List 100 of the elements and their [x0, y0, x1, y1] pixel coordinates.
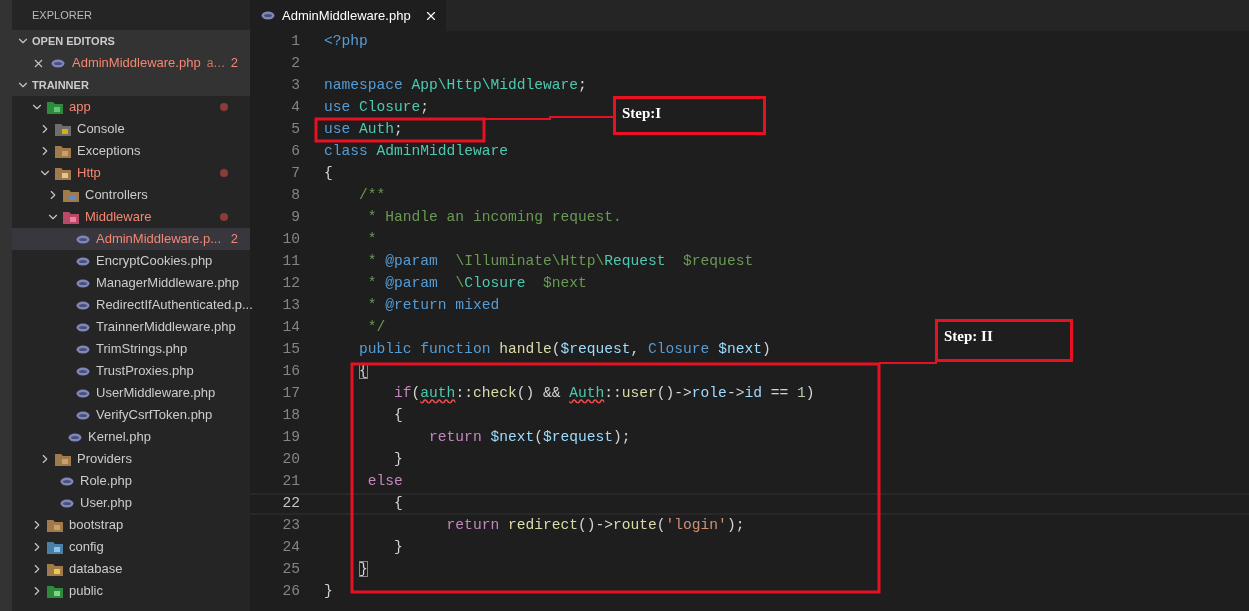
line-number: 23	[281, 516, 300, 536]
line-number: 11	[281, 252, 300, 272]
php-file-icon	[76, 366, 90, 376]
line-number: 8	[290, 186, 300, 206]
section-header[interactable]: OPEN EDITORS	[12, 30, 250, 52]
code-line: * @param \Illuminate\Http\Request $request	[366, 252, 754, 272]
tree-item[interactable]: Controllers	[12, 184, 250, 206]
code-line: */	[366, 318, 386, 338]
line-number: 25	[281, 560, 300, 580]
line-number: 15	[281, 340, 300, 360]
line-number: 13	[281, 296, 300, 316]
code-line: {	[393, 494, 403, 514]
sidebar-title: EXPLORER	[32, 7, 92, 23]
line-number: 17	[281, 384, 300, 404]
line-number: 4	[290, 98, 300, 118]
tree-item[interactable]: EncryptCookies.php	[12, 250, 250, 272]
tree-item[interactable]: ManagerMiddleware.php	[12, 272, 250, 294]
tree-item-label: Controllers	[85, 186, 148, 205]
tree-item[interactable]: Providers	[12, 448, 250, 470]
tree-item-label: config	[69, 538, 104, 557]
annotation-callout: Step: II	[935, 319, 1073, 362]
folder-icon	[55, 122, 71, 136]
tree-item[interactable]: Kernel.php	[12, 426, 250, 448]
line-number: 26	[281, 582, 300, 602]
line-number: 10	[281, 230, 300, 250]
open-editor-label: AdminMiddleware.php	[72, 54, 201, 73]
code-line: {	[324, 164, 333, 184]
php-file-icon	[68, 432, 82, 442]
tree-item[interactable]: bootstrap	[12, 514, 250, 536]
tree-item[interactable]: Console	[12, 118, 250, 140]
code-line: namespace App\Http\Middleware;	[324, 76, 587, 96]
tree-item[interactable]: public	[12, 580, 250, 602]
php-file-icon	[261, 11, 275, 20]
code-line: use Auth;	[324, 120, 403, 140]
tree-item[interactable]: VerifyCsrfToken.php	[12, 404, 250, 426]
tree-item-label: ManagerMiddleware.php	[96, 274, 240, 293]
line-number: 2	[290, 54, 300, 74]
tree-item[interactable]: Role.php	[12, 470, 250, 492]
tree-item[interactable]: AdminMiddleware.p... 2	[12, 228, 250, 250]
folder-icon	[55, 452, 71, 466]
tree-item-label: Role.php	[80, 472, 133, 491]
tree-item[interactable]: TrimStrings.php	[12, 338, 250, 360]
tree-item[interactable]: TrainnerMiddleware.php	[12, 316, 250, 338]
tree-item-label: UserMiddleware.php	[96, 384, 216, 403]
file-path-hint: a…	[206, 55, 226, 72]
tree-item[interactable]: Http	[12, 162, 250, 184]
problem-count: 2	[230, 230, 238, 249]
tree-item-label: VerifyCsrfToken.php	[96, 406, 213, 425]
line-number: 6	[290, 142, 300, 162]
code-line: if(auth::check() && Auth::user()->role->id == 1)	[393, 384, 815, 404]
code-line: *	[366, 230, 377, 250]
folder-icon	[47, 100, 63, 114]
tree-item-label: Providers	[77, 450, 132, 469]
tree-item[interactable]: app	[12, 96, 250, 118]
php-file-icon	[76, 410, 90, 420]
code-line: }	[393, 538, 403, 558]
folder-icon	[47, 562, 63, 576]
folder-icon	[63, 210, 79, 224]
tree-item-label: Http	[77, 164, 101, 183]
code-line: class AdminMiddleware	[324, 142, 508, 162]
line-number: 14	[281, 318, 300, 338]
tree-item[interactable]: UserMiddleware.php	[12, 382, 250, 404]
tree-item-label: TrainnerMiddleware.php	[96, 318, 236, 337]
code-line: }	[324, 582, 333, 602]
code-line: use Closure;	[324, 98, 430, 118]
php-file-icon	[76, 234, 90, 244]
line-number: 22	[281, 494, 300, 514]
tree-item[interactable]: config	[12, 536, 250, 558]
code-line: }	[393, 450, 403, 470]
line-number: 16	[281, 362, 300, 382]
tree-item-label: User.php	[80, 494, 133, 513]
tree-item[interactable]: User.php	[12, 492, 250, 514]
tree-item[interactable]: TrustProxies.php	[12, 360, 250, 382]
line-number: 9	[290, 208, 300, 228]
tree-item[interactable]: Exceptions	[12, 140, 250, 162]
code-line: <?php	[324, 32, 368, 52]
line-number: 18	[281, 406, 300, 426]
tree-item-label: app	[69, 98, 91, 117]
tree-item[interactable]: database	[12, 558, 250, 580]
code-line: public function handle($request, Closure $next)	[358, 340, 771, 360]
line-number: 12	[281, 274, 300, 294]
line-number: 20	[281, 450, 300, 470]
code-line: return $next($request);	[428, 428, 631, 448]
code-line: * @param \Closure $next	[366, 274, 587, 294]
tree-item-label: Kernel.php	[88, 428, 151, 447]
line-number: 1	[290, 32, 300, 52]
line-number: 7	[290, 164, 300, 184]
php-file-icon	[76, 388, 90, 398]
open-editor-item[interactable]: AdminMiddleware.php a… 2	[12, 52, 250, 74]
line-number: 3	[290, 76, 300, 96]
tree-item[interactable]: Middleware	[12, 206, 250, 228]
line-number: 24	[281, 538, 300, 558]
code-line: /**	[358, 186, 386, 206]
section-header[interactable]: TRAINNER	[12, 74, 250, 96]
editor-tab[interactable]: AdminMiddleware.php	[250, 0, 446, 31]
folder-icon	[55, 166, 71, 180]
code-line: }	[358, 560, 368, 580]
code-line: else	[366, 472, 403, 492]
tree-item[interactable]: RedirectIfAuthenticated.p...	[12, 294, 250, 316]
line-number: 19	[281, 428, 300, 448]
